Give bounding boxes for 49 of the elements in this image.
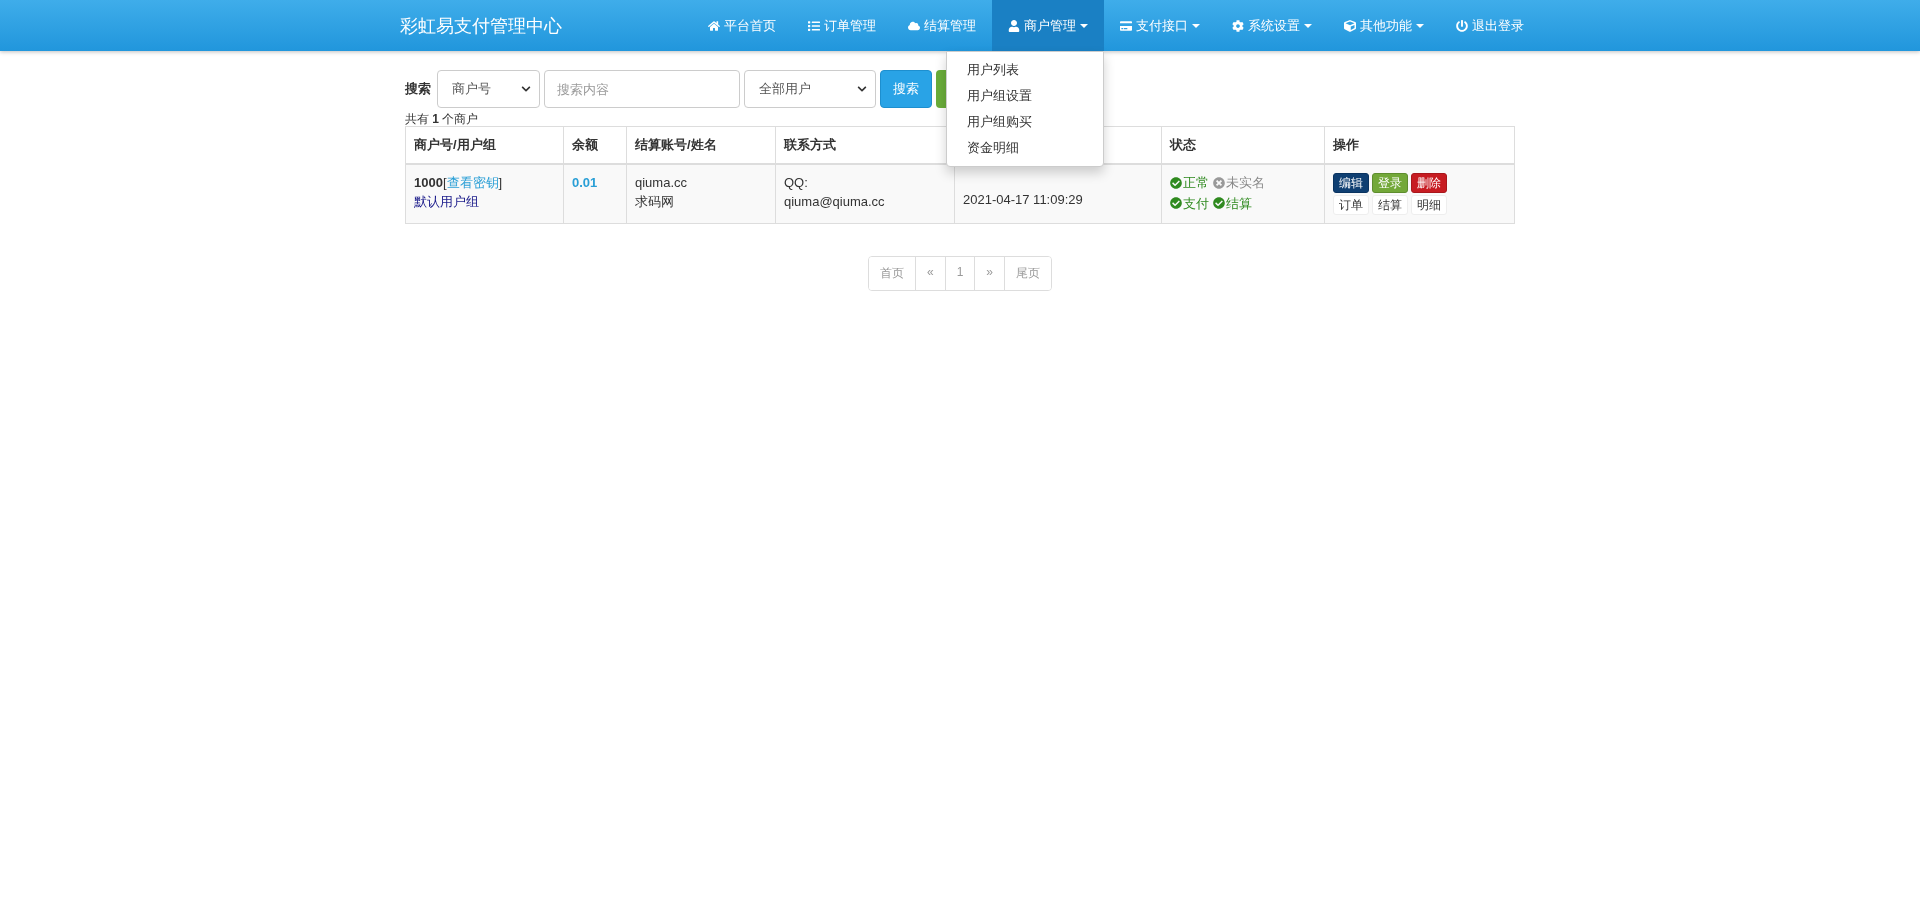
power-icon (1456, 19, 1468, 32)
status-label: 支付 (1170, 193, 1209, 213)
menu-item[interactable]: 用户列表 (947, 57, 1103, 83)
contact-label: QQ: (784, 174, 809, 192)
nav-item[interactable]: 结算管理 (892, 0, 992, 51)
merchant-count-text: 共有 1 个商户 (405, 112, 479, 126)
nav-item[interactable]: 支付接口 (1104, 0, 1216, 51)
status-label: 未实名 (1213, 173, 1265, 192)
search-button[interactable]: 搜索 (880, 70, 932, 108)
balance-value: 0.01 (572, 175, 598, 190)
action-button[interactable]: 明细 (1411, 195, 1447, 215)
user-icon (1008, 19, 1020, 32)
field-select[interactable]: 商户号 (437, 70, 540, 108)
time-cell: 2021-04-17 11:09:29 (954, 164, 1162, 224)
nav-item[interactable]: 商户管理 (992, 0, 1104, 51)
menu-item[interactable]: 用户组设置 (947, 83, 1103, 109)
merchant-id: 1000 (414, 175, 443, 190)
nav-item[interactable]: 系统设置 (1216, 0, 1328, 51)
action-button[interactable]: 结算 (1372, 195, 1408, 215)
contact-text: qiuma@qiuma.cc (784, 193, 886, 211)
bracket-text: ] (498, 175, 503, 190)
settings-icon (1232, 19, 1244, 32)
action-button[interactable]: 删除 (1411, 173, 1447, 193)
search-label: 搜索 (405, 80, 431, 98)
account-text: qiuma.cc (635, 174, 689, 192)
view-key-link[interactable]: 查看密钥 (446, 175, 499, 190)
brand-title[interactable]: 彩虹易支付管理中心 (380, 0, 562, 51)
nav-item[interactable]: 其他功能 (1328, 0, 1440, 51)
action-button[interactable]: 登录 (1372, 173, 1408, 193)
name-text: 求码网 (635, 193, 675, 211)
credit-card-icon (1120, 19, 1132, 32)
chevron-icon (521, 84, 531, 94)
chevron-icon (857, 84, 867, 94)
home-icon (708, 19, 720, 32)
status-label: 正常 (1170, 173, 1209, 192)
nav-item[interactable]: 退出登录 (1440, 0, 1540, 51)
user-group-link[interactable]: 默认用户组 (414, 192, 555, 211)
bracket-text: [ (442, 175, 447, 190)
search-field[interactable]: 搜索内容 (544, 70, 740, 108)
action-button[interactable]: 编辑 (1333, 173, 1369, 193)
cube-icon (1344, 19, 1356, 32)
list-icon (808, 19, 820, 32)
page-link[interactable]: 尾页 (1004, 257, 1052, 290)
status-label: 结算 (1213, 193, 1252, 213)
cloud-icon (908, 19, 920, 32)
nav-item[interactable]: 平台首页 (692, 0, 792, 51)
action-button[interactable]: 订单 (1333, 195, 1369, 215)
nav-item[interactable]: 订单管理 (792, 0, 892, 51)
group-select[interactable]: 全部用户 (744, 70, 876, 108)
